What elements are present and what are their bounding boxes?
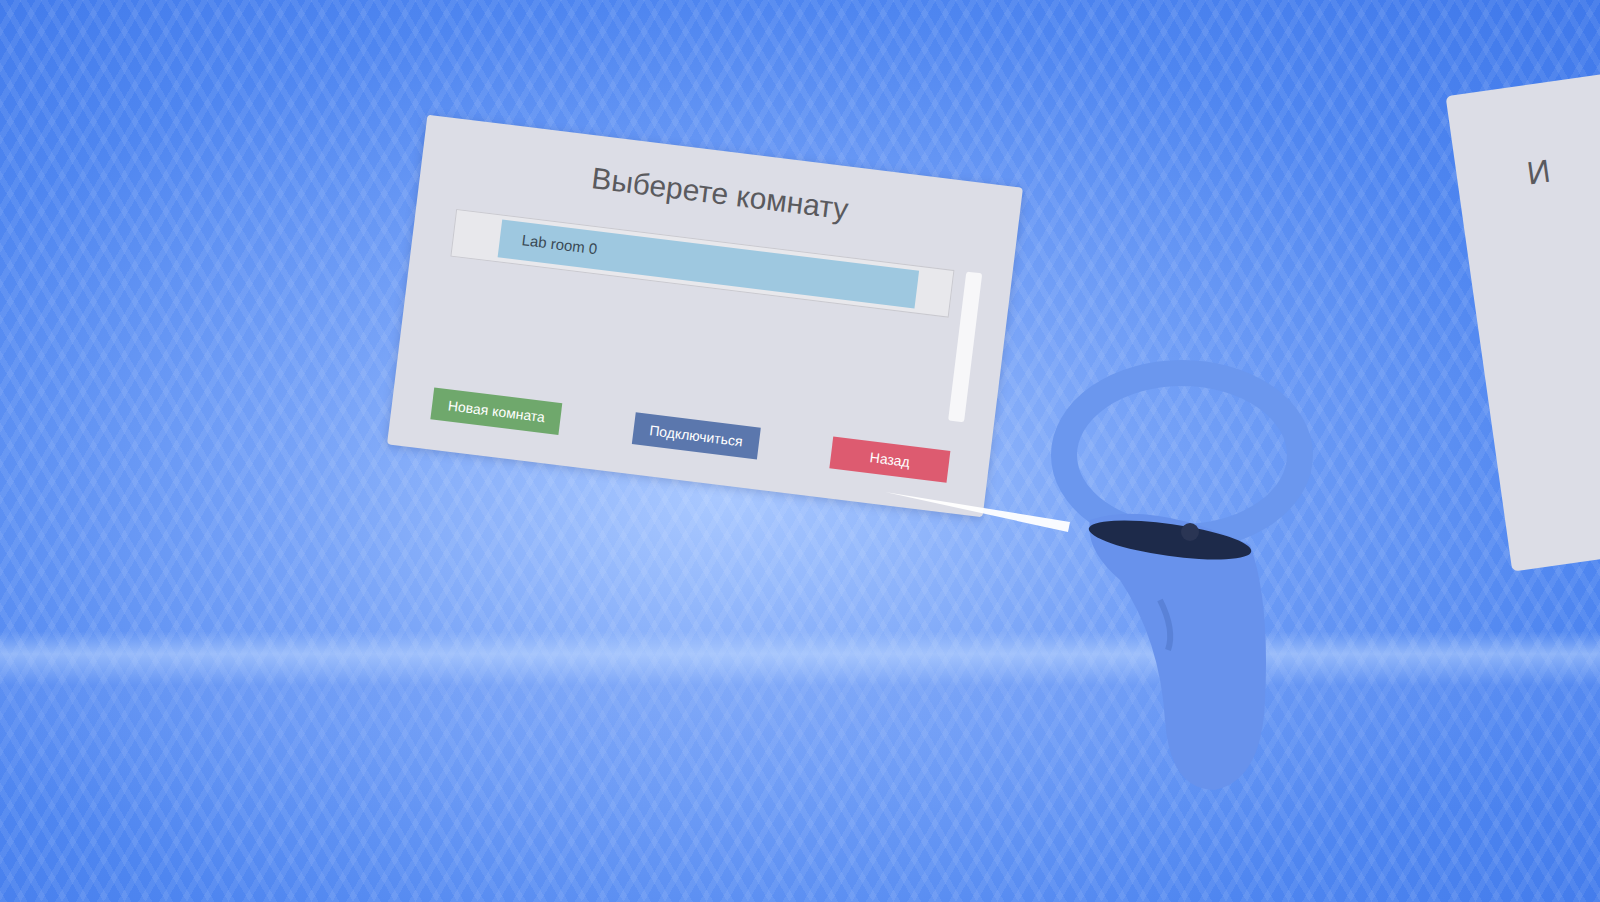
room-item[interactable]: Lab room 0 xyxy=(498,220,920,309)
laser-pointer xyxy=(885,492,1070,532)
action-button[interactable]: Подключиться xyxy=(632,412,761,459)
action-button[interactable]: Назад xyxy=(829,437,950,483)
scrollbar[interactable] xyxy=(948,272,982,423)
room-panel: Выберете комнатуLab room 0Новая комнатаП… xyxy=(387,115,1023,518)
button-row: Новая комната Подключиться Назад xyxy=(430,388,950,483)
vr-scene: ИВыберете комнатуLab room 0Новая комната… xyxy=(0,0,1600,902)
side-panel: И xyxy=(1446,68,1600,571)
room-list: Lab room 0 xyxy=(450,209,954,318)
action-button[interactable]: Новая комната xyxy=(430,388,562,436)
vr-controller-icon xyxy=(1064,373,1300,790)
controller-icon xyxy=(0,0,1600,902)
room-list-area: Lab room 0 xyxy=(438,209,972,421)
